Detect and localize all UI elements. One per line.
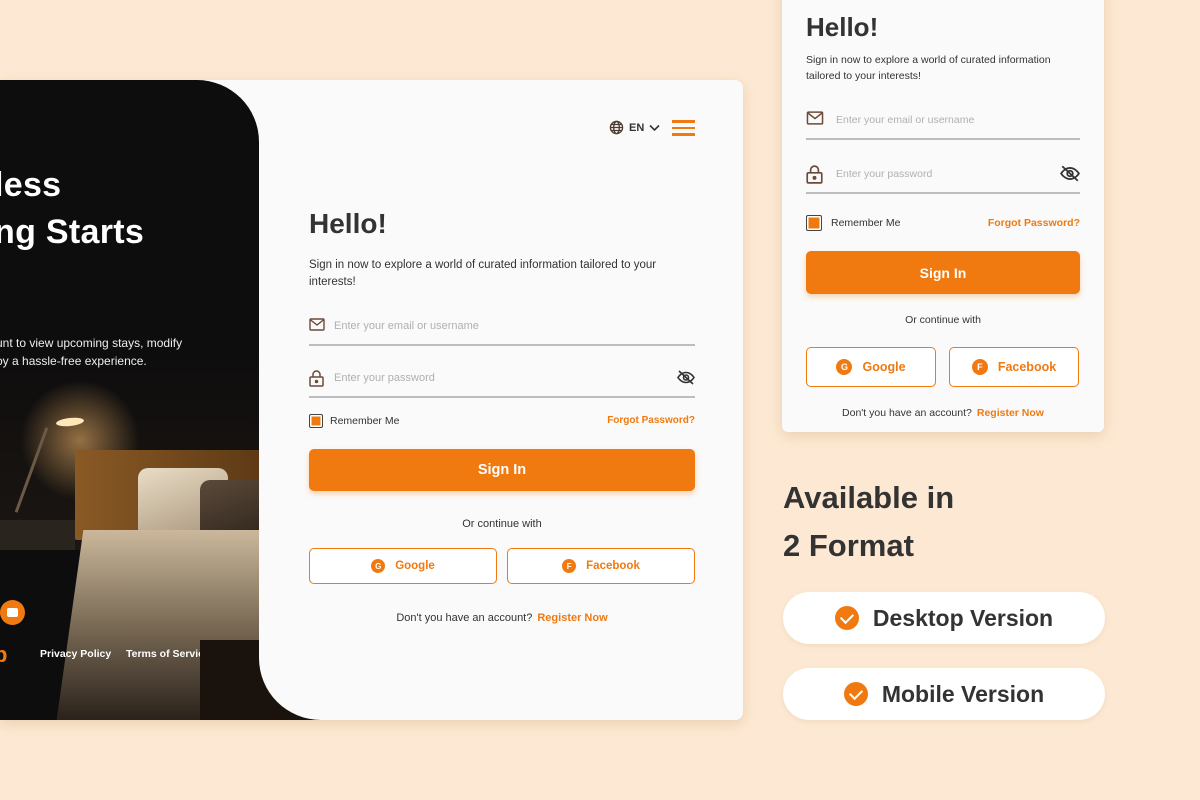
google-label: Google [862,360,906,374]
password-placeholder: Enter your password [334,372,435,384]
forgot-password-link[interactable]: Forgot Password? [988,217,1080,229]
check-circle-icon [843,682,868,706]
register-prompt: Don't you have an account? Register Now [806,407,1080,419]
login-title: Hello! [806,12,879,42]
eye-off-icon[interactable] [1060,165,1080,182]
hero-desc-line: oy a hassle-free experience. [0,354,147,368]
desktop-version-badge: Desktop Version [783,592,1105,644]
terms-of-service-link[interactable]: Terms of Service [126,648,210,660]
lock-icon [806,165,823,184]
email-placeholder: Enter your email or username [836,114,975,126]
promo-heading-line: Available in [783,480,955,515]
sign-in-button[interactable]: Sign In [806,251,1080,294]
google-button[interactable]: G Google [806,347,936,387]
google-icon: G [836,359,853,375]
password-input[interactable]: Enter your password [806,158,1080,194]
email-input[interactable]: Enter your email or username [806,104,1080,140]
hero-title-line: ng Starts [0,213,145,251]
facebook-icon: F [971,359,988,375]
facebook-label: Facebook [586,560,640,572]
mobile-login-form: Hello! Sign in now to explore a world of… [806,0,1080,440]
promo-heading-line: 2 Format [783,528,914,563]
login-subtitle: Sign in now to explore a world of curate… [806,54,1051,82]
remember-me-label: Remember Me [831,217,901,229]
register-prompt: Don't you have an account? Register Now [309,612,695,624]
remember-me-checkbox[interactable] [806,215,822,231]
hero-desc-line: unt to view upcoming stays, modify [0,336,183,350]
or-continue-label: Or continue with [462,518,542,530]
facebook-label: Facebook [997,360,1057,374]
email-placeholder: Enter your email or username [334,320,479,332]
login-title: Hello! [309,208,387,239]
mobile-version-badge: Mobile Version [783,668,1105,720]
no-account-text: Don't you have an account? [396,612,533,624]
password-input[interactable]: Enter your password [309,362,695,398]
facebook-button[interactable]: F Facebook [507,548,695,584]
remember-me-label: Remember Me [330,415,400,427]
desktop-version-label: Desktop Version [872,604,1054,631]
sign-in-button[interactable]: Sign In [309,449,695,491]
no-account-text: Don't you have an account? [842,407,972,419]
facebook-button[interactable]: F Facebook [949,347,1079,387]
lock-icon [309,370,324,387]
google-label: Google [395,560,435,572]
password-placeholder: Enter your password [836,168,933,180]
mail-icon [309,318,325,331]
eye-off-icon[interactable] [677,370,695,385]
logo: b [0,642,8,667]
google-button[interactable]: G Google [309,548,497,584]
hero-title-line: less [0,166,62,204]
promo-heading: Available in 2 Format [783,474,954,570]
login-subtitle: Sign in now to explore a world of curate… [309,259,657,288]
or-continue-label: Or continue with [905,314,981,326]
forgot-password-link[interactable]: Forgot Password? [607,415,695,426]
remember-me-checkbox[interactable] [309,414,323,428]
youtube-icon[interactable] [0,600,25,625]
mobile-version-label: Mobile Version [881,680,1045,707]
facebook-icon: F [562,559,577,573]
mail-icon [806,111,824,125]
google-icon: G [371,559,386,573]
desktop-login-form: Hello! Sign in now to explore a world of… [309,0,695,720]
hero-description: unt to view upcoming stays, modify oy a … [0,334,182,370]
hero-title: less ng Starts [0,162,144,256]
email-input[interactable]: Enter your email or username [309,310,695,346]
register-now-link[interactable]: Register Now [977,407,1044,419]
privacy-policy-link[interactable]: Privacy Policy [40,648,111,660]
check-circle-icon [834,606,859,630]
nightstand [0,520,75,550]
hero-panel: less ng Starts unt to view upcoming stay… [0,80,259,720]
register-now-link[interactable]: Register Now [537,612,607,624]
